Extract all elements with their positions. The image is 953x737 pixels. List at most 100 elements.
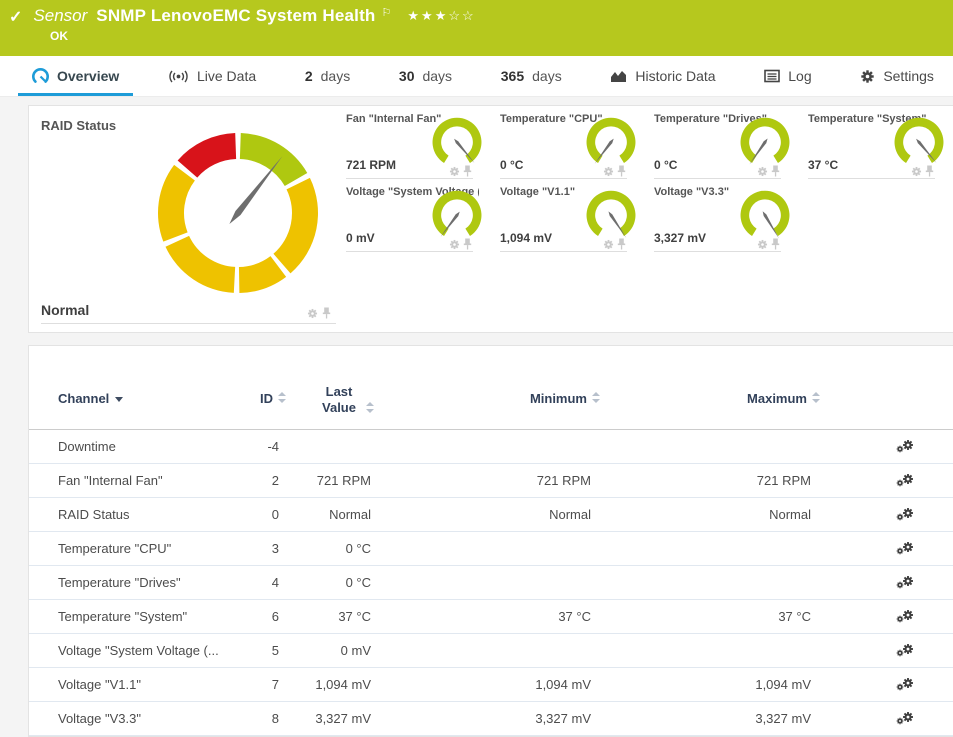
table-row: Voltage "V3.3"83,327 mV3,327 mV3,327 mV xyxy=(29,702,953,736)
channel-settings-icon[interactable] xyxy=(896,575,914,591)
cell-id: 4 xyxy=(238,575,279,590)
ok-check-icon: ✓ xyxy=(9,7,22,27)
column-header-minimum[interactable]: Minimum xyxy=(429,391,601,406)
cell-actions xyxy=(811,439,931,455)
pin-icon[interactable] xyxy=(925,164,934,182)
cell-channel[interactable]: Temperature "CPU" xyxy=(58,541,238,556)
mini-gauge-underline xyxy=(346,178,473,179)
tab-overview[interactable]: Overview xyxy=(25,56,126,96)
cell-channel[interactable]: RAID Status xyxy=(58,507,238,522)
channel-settings-icon[interactable] xyxy=(896,473,914,489)
raid-gauge-title: RAID Status xyxy=(41,118,116,133)
tab-settings[interactable]: Settings xyxy=(853,56,941,96)
tab-historic-data[interactable]: Historic Data xyxy=(603,56,722,96)
gear-icon[interactable] xyxy=(449,164,460,182)
cell-channel[interactable]: Temperature "System" xyxy=(58,609,238,624)
pin-icon[interactable] xyxy=(463,237,472,255)
gear-icon[interactable] xyxy=(911,164,922,182)
sensor-status-banner: ✓ Sensor SNMP LenovoEMC System Health ⚐ … xyxy=(0,0,953,56)
table-row: Downtime-4 xyxy=(29,430,953,464)
mini-gauge-actions xyxy=(449,164,472,182)
channel-settings-icon[interactable] xyxy=(896,507,914,523)
raid-gauge-actions xyxy=(307,306,331,324)
cell-actions xyxy=(811,677,931,693)
cell-last-value: 37 °C xyxy=(279,609,371,624)
table-row: Fan "Internal Fan"2721 RPM721 RPM721 RPM xyxy=(29,464,953,498)
pin-icon[interactable] xyxy=(771,164,780,182)
flag-icon[interactable]: ⚐ xyxy=(382,6,392,19)
channel-settings-icon[interactable] xyxy=(896,677,914,693)
pin-icon[interactable] xyxy=(617,164,626,182)
mini-gauge-temperature-drives: Temperature "Drives"0 °C xyxy=(654,113,808,184)
tab-365-days[interactable]: 365days xyxy=(494,56,569,96)
channel-settings-icon[interactable] xyxy=(896,643,914,659)
tab-log[interactable]: Log xyxy=(757,56,818,96)
channel-settings-icon[interactable] xyxy=(896,711,914,727)
gear-icon[interactable] xyxy=(449,237,460,255)
mini-gauge-underline xyxy=(346,251,473,252)
tab-2-days[interactable]: 2days xyxy=(298,56,357,96)
tab-label: Log xyxy=(788,68,811,84)
column-header-id[interactable]: ID xyxy=(179,391,287,406)
gear-icon[interactable] xyxy=(757,237,768,255)
gauges-panel: RAID Status Normal Fan "Internal Fan"721… xyxy=(28,105,953,333)
cell-channel[interactable]: Voltage "V1.1" xyxy=(58,677,238,692)
mini-gauge-temperature-system: Temperature "System"37 °C xyxy=(808,113,953,184)
gear-icon[interactable] xyxy=(307,306,318,324)
channel-settings-icon[interactable] xyxy=(896,609,914,625)
channel-settings-icon[interactable] xyxy=(896,439,914,455)
cell-channel[interactable]: Downtime xyxy=(58,439,238,454)
cell-id: 5 xyxy=(238,643,279,658)
mini-gauge-temperature-cpu: Temperature "CPU"0 °C xyxy=(500,113,654,184)
gear-icon[interactable] xyxy=(603,164,614,182)
table-row: Temperature "Drives"40 °C xyxy=(29,566,953,600)
mini-gauge-value: 0 mV xyxy=(346,231,375,245)
cell-minimum: 37 °C xyxy=(371,609,591,624)
cell-maximum: 1,094 mV xyxy=(591,677,811,692)
cell-channel[interactable]: Temperature "Drives" xyxy=(58,575,238,590)
tab-bar: Overview Live Data 2days 30days 365days Histo… xyxy=(0,56,953,97)
column-header-maximum[interactable]: Maximum xyxy=(649,391,821,406)
tab-label: Settings xyxy=(883,68,934,84)
cell-id: 2 xyxy=(238,473,279,488)
gear-icon xyxy=(860,69,875,84)
cell-minimum: 721 RPM xyxy=(371,473,591,488)
table-row: Temperature "System"637 °C37 °C37 °C xyxy=(29,600,953,634)
pin-icon[interactable] xyxy=(617,237,626,255)
mini-gauge-value: 3,327 mV xyxy=(654,231,706,245)
tab-live-data[interactable]: Live Data xyxy=(161,56,263,96)
gauge-icon xyxy=(32,68,49,85)
table-row: Temperature "CPU"30 °C xyxy=(29,532,953,566)
live-data-icon xyxy=(168,69,189,84)
raid-gauge-value: Normal xyxy=(41,302,89,318)
tab-30-days[interactable]: 30days xyxy=(392,56,459,96)
page-title: SNMP LenovoEMC System Health xyxy=(96,6,375,26)
cell-id: 3 xyxy=(238,541,279,556)
pin-icon[interactable] xyxy=(771,237,780,255)
sorted-desc-icon xyxy=(115,397,123,402)
cell-actions xyxy=(811,643,931,659)
cell-maximum: Normal xyxy=(591,507,811,522)
mini-gauge-actions xyxy=(911,164,934,182)
sort-icon xyxy=(812,392,821,403)
mini-gauge-underline xyxy=(654,178,781,179)
pin-icon[interactable] xyxy=(322,306,331,324)
priority-stars[interactable]: ★★★☆☆ xyxy=(407,8,475,24)
cell-channel[interactable]: Fan "Internal Fan" xyxy=(58,473,238,488)
raid-gauge-underline xyxy=(41,323,336,324)
cell-channel[interactable]: Voltage "System Voltage (... xyxy=(58,643,238,658)
cell-last-value: 0 mV xyxy=(279,643,371,658)
gear-icon[interactable] xyxy=(757,164,768,182)
mini-gauge-value: 721 RPM xyxy=(346,158,396,172)
status-badge: OK xyxy=(50,29,68,43)
mini-gauge-underline xyxy=(500,251,627,252)
channel-settings-icon[interactable] xyxy=(896,541,914,557)
tab-label: Live Data xyxy=(197,68,256,84)
pin-icon[interactable] xyxy=(463,164,472,182)
column-header-last-value[interactable]: Last Value xyxy=(291,384,401,416)
mini-gauge-value: 1,094 mV xyxy=(500,231,552,245)
cell-last-value: 721 RPM xyxy=(279,473,371,488)
column-header-channel[interactable]: Channel xyxy=(58,391,123,406)
tab-number: 2 xyxy=(305,68,313,84)
gear-icon[interactable] xyxy=(603,237,614,255)
